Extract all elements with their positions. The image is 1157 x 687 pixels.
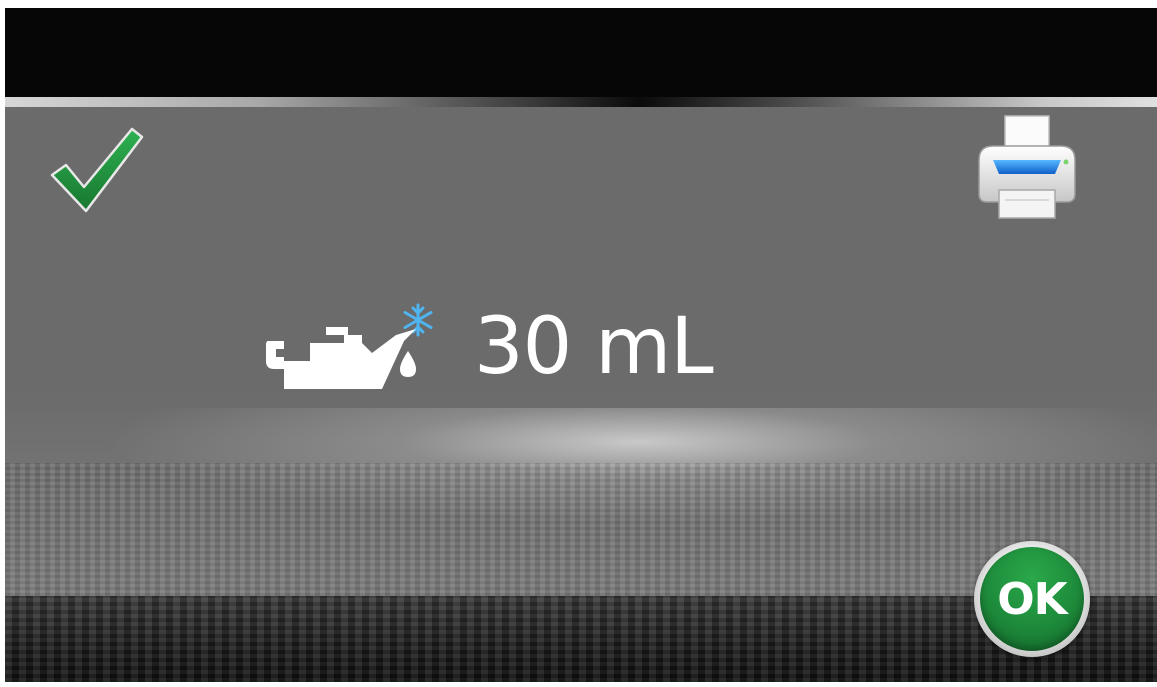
oil-reading: 30 mL — [262, 292, 714, 402]
reading-unit: mL — [595, 302, 713, 392]
ok-button-face: OK — [980, 547, 1084, 651]
reading-value: 30 — [474, 302, 572, 392]
header-divider — [5, 97, 1157, 107]
oil-can-refrigerant-icon — [266, 303, 433, 389]
ok-button[interactable]: OK — [974, 541, 1090, 657]
checkmark-icon — [50, 127, 144, 213]
printer-icon[interactable] — [971, 114, 1083, 222]
top-bar — [5, 8, 1157, 97]
reading-value-text: 30 mL — [474, 308, 714, 386]
ok-label: OK — [997, 573, 1067, 625]
